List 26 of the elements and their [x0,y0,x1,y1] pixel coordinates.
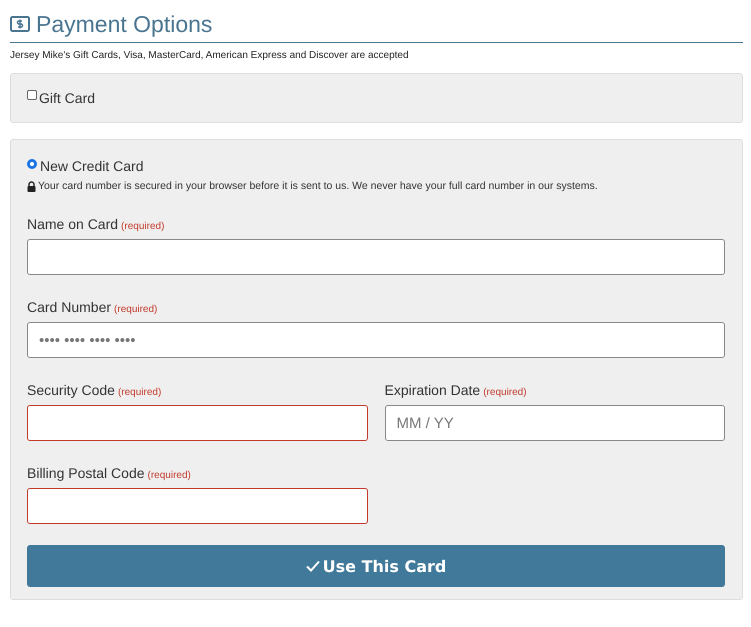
required-label: (required) [483,387,527,398]
input-field[interactable] [27,239,725,275]
input-field[interactable] [27,405,368,441]
money-icon [10,16,30,32]
gift-card-checkbox[interactable] [27,90,37,100]
required-label: (required) [148,470,191,481]
required-label: (required) [118,387,162,398]
check-icon [306,560,320,572]
required-label: (required) [114,304,158,315]
accepted-cards-text: Jersey Mike's Gift Cards, Visa, MasterCard, American Express and Discover are accepted [10,50,410,61]
credit-card-label: New Credit Card [40,158,144,174]
page-title: Payment Options [36,10,212,38]
field-label: Expiration Date [384,382,480,398]
credit-card-radio[interactable] [27,159,37,169]
input-field[interactable]: MM / YY [384,405,725,441]
field-label: Card Number [27,299,112,315]
required-label: (required) [121,221,164,232]
gift-card-label: Gift Card [39,90,96,106]
input-field[interactable] [27,488,368,524]
security-note: Your card number is secured in your browser before it is sent to us. We never have your full card number in our systems. [38,180,598,192]
field-label: Name on Card [27,216,118,232]
field-label: Security Code [27,382,115,398]
use-card-button[interactable]: Use This Card [27,545,725,587]
input-field[interactable]: •••• •••• •••• •••• [27,322,725,358]
lock-icon [27,180,36,192]
field-label: Billing Postal Code [27,465,145,481]
